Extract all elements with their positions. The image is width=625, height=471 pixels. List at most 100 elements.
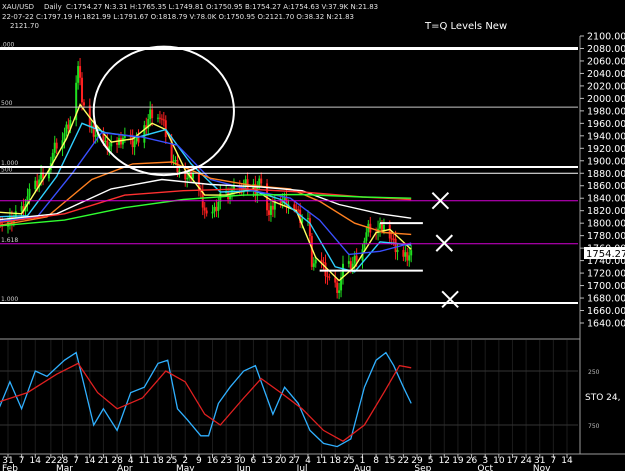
candle-body: [63, 133, 66, 141]
y-tick-label: 1780.00: [587, 231, 625, 242]
x-tick-label: 18: [329, 456, 341, 466]
candle-body: [406, 252, 409, 261]
x-tick-label: 23: [220, 456, 231, 466]
month-label: Sep: [414, 464, 431, 471]
candle-body: [133, 141, 136, 148]
oscillator-level-label: 750: [588, 423, 600, 430]
candle-body: [79, 66, 82, 78]
ohlc-readout: C:1754.27 N:3.31 H:1765.35 L:1749.81 O:1…: [66, 3, 378, 11]
indicator-readout: 22-07-22 C:1797.19 H:1821.99 L:1791.67 O…: [2, 13, 354, 21]
y-tick-label: 1980.00: [587, 106, 625, 117]
y-tick-label: 1800.00: [587, 219, 625, 230]
y-tick-label: 1840.00: [587, 194, 625, 205]
y-tick-label: 2060.00: [587, 56, 625, 67]
month-label: Nov: [533, 464, 551, 471]
highlight-circle: [92, 45, 235, 177]
candle-body: [324, 262, 327, 277]
candle-body: [77, 66, 80, 83]
oscillator-level-label: 250: [588, 369, 600, 376]
candle-body: [408, 255, 411, 261]
candle-body: [336, 282, 339, 293]
candle-body: [217, 201, 220, 211]
x-tick-label: 11: [316, 456, 327, 466]
y-tick-label: 1900.00: [587, 156, 625, 167]
x-tick-label: 7: [73, 456, 79, 466]
candle-body: [20, 206, 23, 212]
y-tick-label: 1700.00: [587, 281, 625, 292]
x-tick-label: 16: [207, 456, 219, 466]
candle-body: [355, 255, 358, 261]
secondary-readout: 2121.70: [10, 22, 39, 30]
candle-body: [36, 180, 39, 187]
month-label: May: [176, 464, 195, 471]
candle-body: [297, 209, 300, 211]
y-tick-label: 1720.00: [587, 269, 625, 280]
month-label: Feb: [2, 464, 18, 471]
y-tick-label: 1880.00: [587, 169, 625, 180]
candle-body: [347, 261, 350, 264]
candle-body: [404, 252, 407, 257]
candle-body: [116, 142, 119, 145]
candle-body: [162, 119, 165, 121]
level-label: 1.000: [1, 296, 18, 303]
x-tick-label: 10: [493, 456, 505, 466]
chart-window: XAU/USD Daily C:1754.27 N:3.31 H:1765.35…: [0, 0, 625, 471]
candle-body: [53, 142, 56, 153]
x-tick-label: 24: [520, 456, 532, 466]
candle-body: [293, 204, 296, 210]
level-label: 500: [1, 166, 13, 173]
candle-body: [178, 170, 181, 173]
candle-body: [203, 207, 206, 211]
candle-body: [365, 232, 368, 241]
x-tick-label: 20: [275, 456, 287, 466]
candle-body: [269, 205, 272, 215]
y-tick-label: 1640.00: [587, 319, 625, 330]
y-tick-label: 2100.00: [587, 32, 625, 43]
candle-body: [158, 117, 161, 119]
oscillator-line: [0, 351, 412, 448]
candle-body: [160, 118, 163, 120]
candle-body: [322, 262, 325, 264]
month-label: Mar: [56, 464, 73, 471]
x-tick-label: 21: [98, 456, 109, 466]
candle-body: [271, 205, 274, 210]
candle-body: [28, 188, 31, 197]
candle-body: [306, 218, 309, 220]
candle-body: [382, 224, 385, 231]
y-tick-label: 1960.00: [587, 119, 625, 130]
y-tick-label: 2000.00: [587, 94, 625, 105]
y-tick-label: 1940.00: [587, 131, 625, 142]
month-label: Aug: [354, 464, 372, 471]
x-tick-label: 18: [152, 456, 164, 466]
candle-body: [55, 142, 58, 149]
level-label: 1.618: [1, 237, 18, 244]
month-label: Apr: [117, 464, 133, 471]
x-tick-label: 19: [452, 456, 464, 466]
candle-body: [349, 261, 352, 269]
x-tick-label: 14: [84, 456, 96, 466]
candle-body: [174, 159, 177, 161]
candle-body: [82, 102, 85, 106]
candle-body: [104, 140, 107, 143]
month-label: Jun: [236, 464, 251, 471]
candle-body: [34, 180, 37, 189]
candle-body: [338, 290, 341, 293]
moving-average-line: [0, 188, 412, 224]
candle-body: [260, 178, 263, 184]
candle-body: [94, 134, 97, 137]
candle-body: [326, 276, 329, 278]
candle-body: [380, 223, 383, 231]
x-tick-label: 22: [398, 456, 409, 466]
x-tick-label: 9: [196, 456, 202, 466]
candle-body: [211, 211, 214, 214]
x-tick-label: 7: [550, 456, 556, 466]
level-label: .000: [1, 41, 15, 48]
month-label: Oct: [477, 464, 493, 471]
x-tick-label: 7: [19, 456, 25, 466]
chart-title: T=Q Levels New: [424, 21, 507, 32]
candle-body: [205, 210, 208, 214]
candle-body: [81, 77, 84, 103]
candle-body: [390, 238, 393, 240]
oscillator-label: STO 24,: [585, 393, 620, 403]
moving-average-line: [0, 131, 412, 256]
